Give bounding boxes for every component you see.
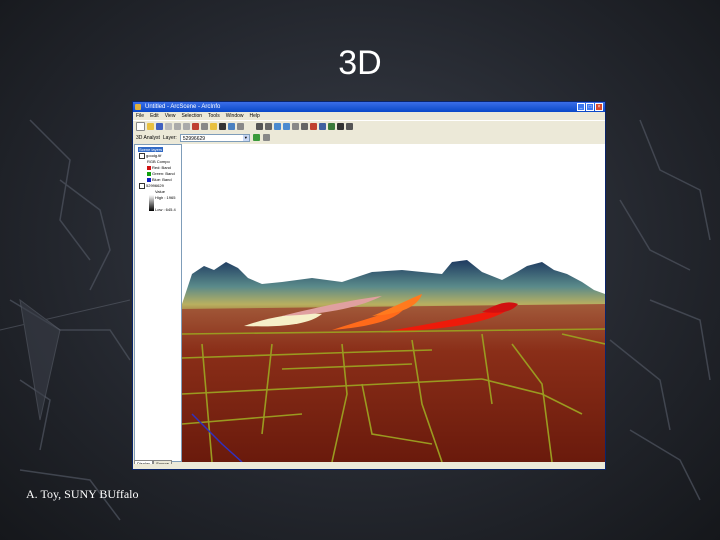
window-titlebar[interactable]: Untitled - ArcScene - ArcInfo _ □ ×	[133, 102, 605, 112]
toc-value-label: Value	[155, 189, 165, 194]
layer-select-value: 52996629	[182, 135, 206, 142]
checkbox-icon[interactable]	[139, 183, 145, 189]
toc-band-red: Red: Band	[147, 165, 171, 170]
print-icon[interactable]	[165, 123, 172, 130]
slide-title: 3D	[338, 44, 382, 82]
zoom-in-icon[interactable]	[274, 123, 281, 130]
layer-label: Layer:	[162, 134, 177, 141]
menu-help[interactable]: Help	[250, 112, 260, 120]
zoom-out-icon[interactable]	[283, 123, 290, 130]
navigate-icon[interactable]	[256, 123, 263, 130]
contour-icon[interactable]	[252, 134, 260, 141]
minimize-button[interactable]: _	[577, 103, 585, 111]
select-icon[interactable]	[310, 123, 317, 130]
toc-rgb-label: RGB Compo	[147, 159, 170, 164]
full-extent-icon[interactable]	[301, 123, 308, 130]
menu-view[interactable]: View	[165, 112, 176, 120]
menu-edit[interactable]: Edit	[150, 112, 159, 120]
terrain-render	[182, 144, 605, 462]
standard-toolbar	[133, 120, 605, 132]
status-bar	[133, 464, 605, 469]
fullscreen-icon[interactable]	[337, 123, 344, 130]
green-swatch-icon	[147, 171, 151, 176]
catalog-icon[interactable]	[228, 123, 235, 130]
toc-low-value: Low : 645.4	[155, 207, 176, 212]
toc-root[interactable]: Scene layers	[138, 147, 164, 152]
window-title: Untitled - ArcScene - ArcInfo	[145, 104, 221, 110]
identify-icon[interactable]	[319, 123, 326, 130]
table-of-contents: Scene layers goodg.tif RGB Compo Red: Ba…	[134, 144, 182, 462]
toc-layer-goodg-label: goodg.tif	[146, 153, 162, 159]
undo-icon[interactable]	[201, 123, 208, 130]
toc-band-red-label: Red: Band	[152, 165, 171, 170]
copy-icon[interactable]	[183, 123, 190, 130]
3d-analyst-toolbar: 3D Analyst Layer: 52996629 ▼	[133, 132, 605, 143]
globe-icon[interactable]	[328, 123, 335, 130]
blue-swatch-icon	[147, 177, 151, 182]
menu-window[interactable]: Window	[226, 112, 244, 120]
menu-bar: File Edit View Selection Tools Window He…	[133, 112, 605, 120]
fly-icon[interactable]	[265, 123, 272, 130]
toc-high-value: High : 1965	[155, 195, 176, 200]
add-data-icon[interactable]	[210, 123, 217, 130]
slide-footer: A. Toy, SUNY BUffalo	[26, 487, 139, 501]
close-button[interactable]: ×	[595, 103, 603, 111]
red-swatch-icon	[147, 165, 151, 170]
toc-icon[interactable]	[219, 123, 226, 130]
menu-tools[interactable]: Tools	[208, 112, 220, 120]
cut-icon[interactable]	[174, 123, 181, 130]
animation-icon[interactable]	[346, 123, 353, 130]
menu-file[interactable]: File	[136, 112, 144, 120]
toc-band-green-label: Green: Band	[152, 171, 175, 176]
delete-icon[interactable]	[192, 123, 199, 130]
save-icon[interactable]	[156, 123, 163, 130]
checkbox-icon[interactable]	[139, 153, 145, 159]
toc-layer-52996629-label: 52996629	[146, 183, 164, 189]
layer-select[interactable]: 52996629 ▼	[179, 133, 250, 142]
toc-band-blue-label: Blue: Band	[152, 177, 172, 182]
menu-selection[interactable]: Selection	[181, 112, 202, 120]
chevron-down-icon[interactable]: ▼	[242, 134, 249, 141]
open-icon[interactable]	[147, 123, 154, 130]
arcscene-window: Untitled - ArcScene - ArcInfo _ □ × File…	[132, 101, 606, 470]
arcscene-app-icon	[135, 104, 141, 110]
3d-analyst-menu[interactable]: 3D Analyst	[136, 135, 160, 141]
3d-scene-view[interactable]	[182, 144, 605, 462]
help-icon[interactable]	[237, 123, 244, 130]
new-icon[interactable]	[136, 122, 145, 131]
profile-icon[interactable]	[262, 134, 270, 141]
pan-icon[interactable]	[292, 123, 299, 130]
elevation-ramp	[149, 195, 154, 211]
toc-band-blue: Blue: Band	[147, 177, 172, 182]
toc-band-green: Green: Band	[147, 171, 175, 176]
maximize-button[interactable]: □	[586, 103, 594, 111]
